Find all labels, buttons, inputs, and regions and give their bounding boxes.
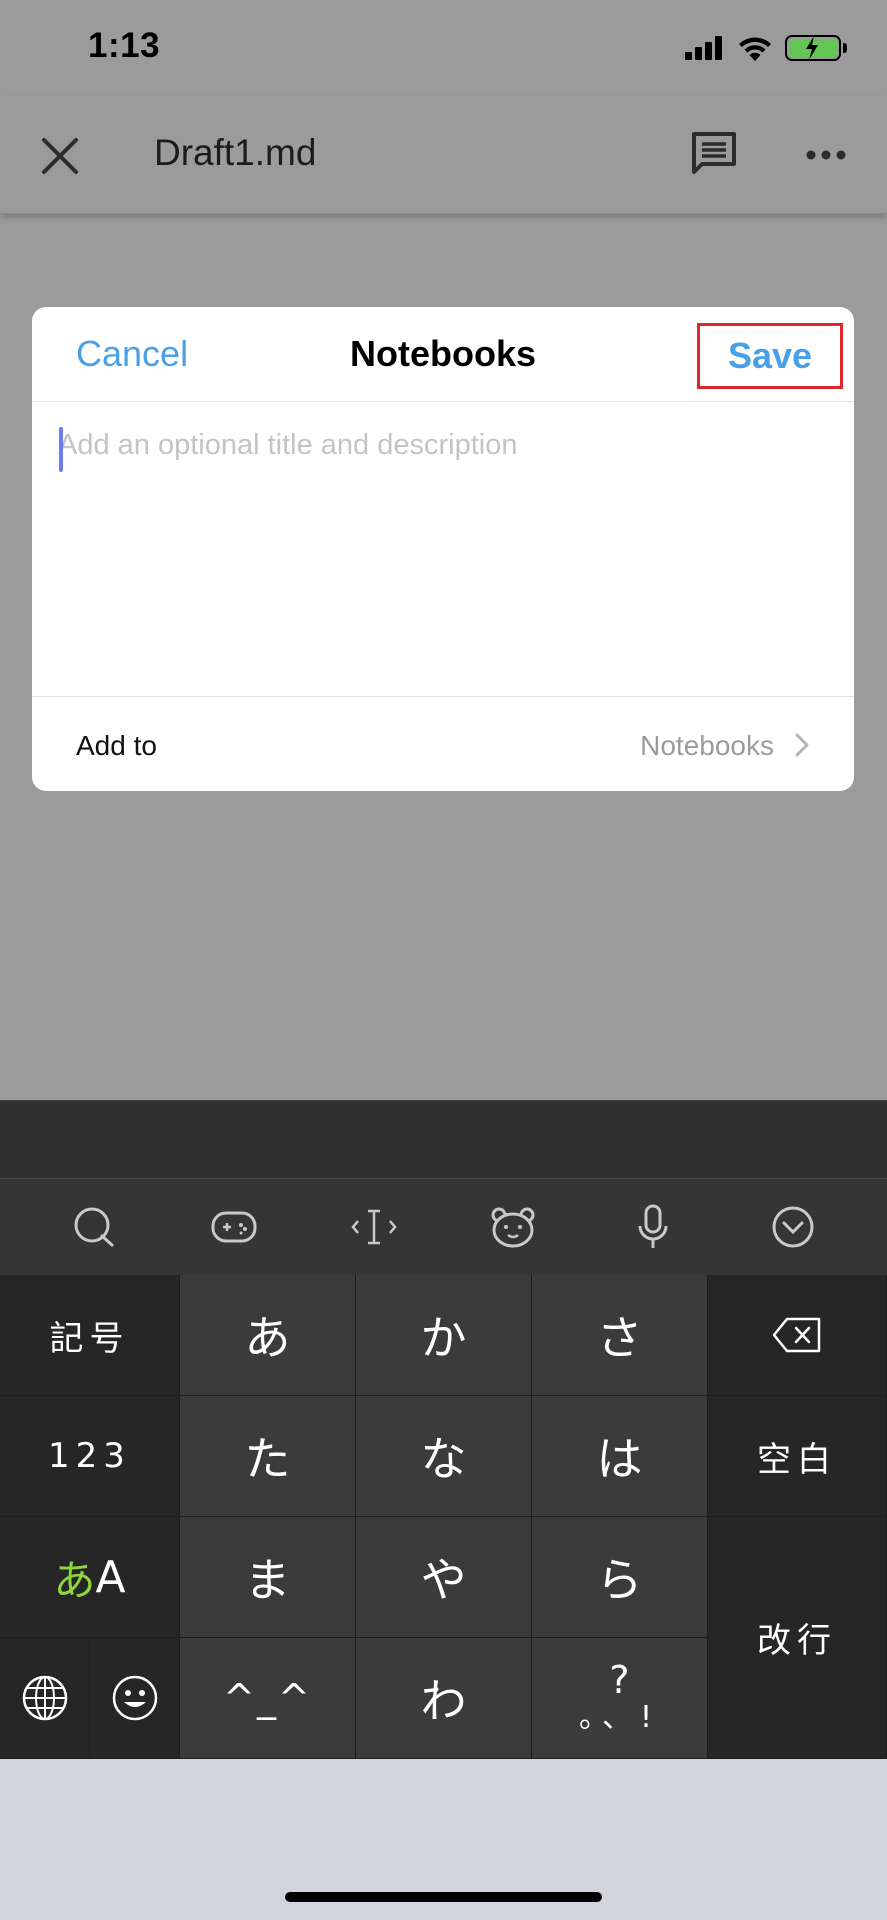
dialog-header: Cancel Notebooks Save — [32, 307, 854, 402]
cancel-button[interactable]: Cancel — [76, 333, 188, 375]
key-ha[interactable]: は — [532, 1396, 708, 1517]
key-na-label: な — [420, 1432, 467, 1486]
status-bar: 1:13 — [0, 0, 887, 96]
key-mode-kana-label: あ — [53, 1555, 96, 1605]
search-icon[interactable] — [68, 1201, 120, 1253]
key-mode-latin-label: A — [95, 1551, 126, 1603]
key-a-label: あ — [244, 1311, 291, 1365]
home-indicator[interactable] — [285, 1892, 602, 1902]
collapse-keyboard-icon[interactable] — [767, 1201, 819, 1253]
game-icon[interactable] — [208, 1201, 260, 1253]
key-enter[interactable]: 改行 — [708, 1517, 887, 1759]
description-area — [32, 403, 854, 697]
key-ta-label: た — [244, 1432, 291, 1486]
key-numbers-label: 123 — [48, 1436, 131, 1476]
globe-icon — [22, 1675, 67, 1721]
key-numbers[interactable]: 123 — [0, 1396, 180, 1517]
key-space[interactable]: 空白 — [708, 1396, 887, 1517]
backspace-icon — [772, 1317, 821, 1353]
key-space-label: 空白 — [757, 1439, 837, 1480]
key-punct-top-label: ? — [609, 1658, 630, 1702]
add-to-value: Notebooks — [640, 730, 774, 761]
key-ha-label: は — [596, 1432, 643, 1486]
key-ka[interactable]: か — [356, 1275, 532, 1396]
description-input[interactable] — [58, 429, 828, 669]
key-sa[interactable]: さ — [532, 1275, 708, 1396]
key-ma[interactable]: ま — [180, 1517, 356, 1638]
text-caret — [59, 427, 63, 472]
key-ra[interactable]: ら — [532, 1517, 708, 1638]
key-backspace[interactable] — [708, 1275, 887, 1396]
app-bar: Draft1.md — [0, 96, 887, 214]
more-options-icon[interactable] — [806, 140, 846, 170]
battery-icon — [785, 35, 847, 61]
add-to-label: Add to — [76, 730, 157, 761]
key-ta[interactable]: た — [180, 1396, 356, 1517]
bear-face-icon[interactable] — [487, 1201, 539, 1253]
key-globe[interactable] — [0, 1638, 90, 1759]
save-button[interactable]: Save — [697, 323, 843, 389]
keyboard-suggestion-bar — [0, 1100, 887, 1178]
key-emoticon-label: ^_^ — [223, 1676, 312, 1720]
status-icons — [685, 30, 847, 66]
key-na[interactable]: な — [356, 1396, 532, 1517]
close-icon[interactable] — [38, 134, 82, 178]
key-emoticon[interactable]: ^_^ — [180, 1638, 356, 1759]
key-sa-label: さ — [596, 1311, 643, 1365]
chevron-right-icon — [795, 733, 809, 757]
key-ra-label: ら — [596, 1553, 643, 1607]
key-ya[interactable]: や — [356, 1517, 532, 1638]
microphone-icon[interactable] — [627, 1201, 679, 1253]
document-title: Draft1.md — [154, 132, 317, 173]
key-punctuation[interactable]: ? 。、! — [532, 1638, 708, 1759]
add-to-row[interactable]: Add to Notebooks — [32, 696, 854, 791]
key-input-mode[interactable]: あ A — [0, 1517, 180, 1638]
key-a[interactable]: あ — [180, 1275, 356, 1396]
comment-icon[interactable] — [690, 130, 738, 178]
key-symbols[interactable]: 記号 — [0, 1275, 180, 1396]
key-ka-label: か — [420, 1311, 467, 1365]
key-wa[interactable]: わ — [356, 1638, 532, 1759]
wifi-icon — [739, 37, 771, 61]
key-ya-label: や — [420, 1553, 467, 1607]
key-emoji[interactable] — [90, 1638, 180, 1759]
keyboard-keys: 記号 あ か さ 123 た な は 空白 あ A ま や ら 改行 ^_^ わ… — [0, 1275, 887, 1759]
key-symbols-label: 記号 — [49, 1318, 130, 1359]
status-time: 1:13 — [88, 26, 161, 65]
cursor-icon[interactable] — [348, 1201, 400, 1253]
key-wa-label: わ — [420, 1674, 467, 1728]
key-punct-bottom-label: 。、! — [578, 1700, 661, 1735]
key-ma-label: ま — [244, 1553, 291, 1607]
keyboard-toolbar — [0, 1178, 887, 1275]
signal-icon — [685, 36, 722, 60]
notebooks-dialog: Cancel Notebooks Save Add to Notebooks — [32, 307, 854, 791]
key-enter-label: 改行 — [757, 1621, 837, 1661]
emoji-icon — [112, 1675, 157, 1721]
